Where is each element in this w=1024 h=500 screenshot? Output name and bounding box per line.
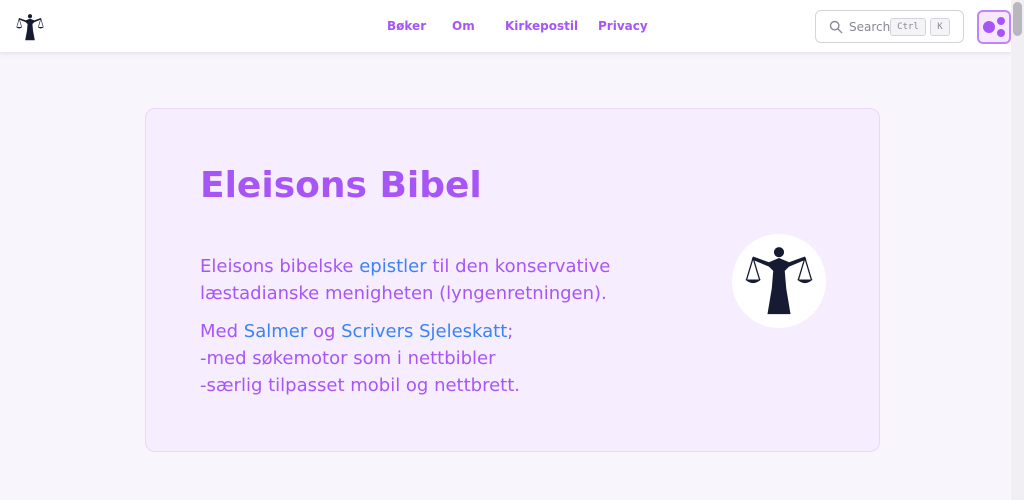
nav-link-kirkepostil[interactable]: Kirkepostil	[505, 19, 578, 33]
top-bar: Bøker Om Kirkepostil Privacy Search Ctrl…	[0, 0, 1011, 53]
hero-emblem	[732, 234, 826, 328]
page-scrollbar[interactable]	[1011, 0, 1024, 500]
salmer-link[interactable]: Salmer	[244, 321, 307, 342]
features-text: og	[307, 321, 342, 342]
features-text: -med søkemotor som i nettbibler	[200, 348, 496, 369]
search-placeholder: Search	[849, 20, 891, 34]
search-button[interactable]: Search Ctrl K	[815, 10, 964, 43]
description-text: læstadianske menigheten (lyngenretningen…	[200, 283, 607, 304]
theme-toggle-button[interactable]	[977, 10, 1011, 44]
scrollbar-thumb[interactable]	[1013, 2, 1022, 36]
nav-link-privacy[interactable]: Privacy	[598, 19, 648, 33]
search-icon	[829, 20, 843, 34]
nav-link-boker[interactable]: Bøker	[387, 19, 426, 33]
nav-link-om[interactable]: Om	[452, 19, 475, 33]
features-text: -særlig tilpasset mobil og nettbrett.	[200, 375, 521, 396]
epistler-link[interactable]: epistler	[359, 256, 426, 277]
scrivers-sjeleskatt-link[interactable]: Scrivers Sjeleskatt	[341, 321, 507, 342]
shortcut-k-key: K	[930, 18, 950, 36]
features-text: Med	[200, 321, 244, 342]
hero-description: Eleisons bibelske epistler til den konse…	[200, 253, 610, 307]
hero-card: Eleisons Bibel Eleisons bibelske epistle…	[145, 108, 880, 452]
description-text: Eleisons bibelske	[200, 256, 360, 277]
features-text: ;	[507, 321, 514, 342]
description-text: til den konservative	[426, 256, 611, 277]
hero-features: Med Salmer og Scrivers Sjeleskatt; -med s…	[200, 318, 520, 399]
page-title: Eleisons Bibel	[200, 165, 482, 206]
scales-of-justice-icon	[745, 247, 813, 315]
shortcut-ctrl-key: Ctrl	[890, 18, 926, 36]
